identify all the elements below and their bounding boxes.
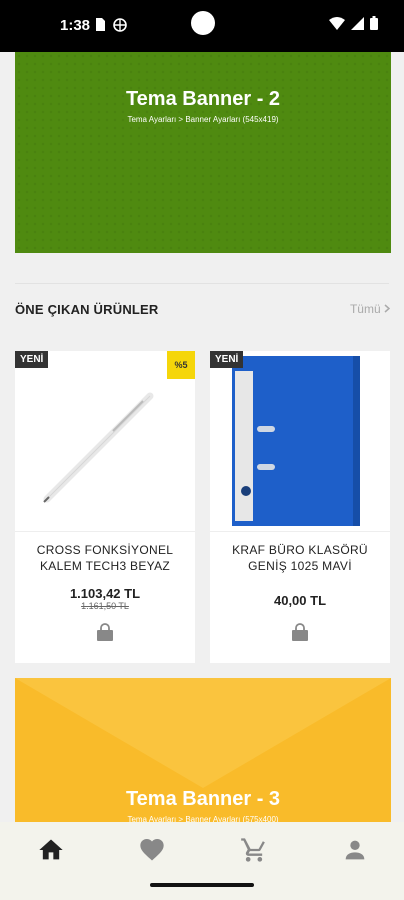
theme-banner-2[interactable]: Tema Banner - 2 Tema Ayarları > Banner A… [15,52,391,253]
battery-icon [370,16,378,35]
product-card[interactable]: YENİ KRAF BÜRO KLASÖRÜ GENİŞ 1025 MAVİ 4… [210,351,390,663]
section-divider [15,283,389,284]
product-card[interactable]: YENİ %5 CROSS FONKSİYONEL KALEM TECH3 BE… [15,351,195,663]
signal-icon [351,16,364,35]
section-title: ÖNE ÇIKAN ÜRÜNLER [15,302,159,317]
shopping-bag-icon[interactable] [96,623,114,641]
new-badge: YENİ [210,351,244,368]
discount-badge: %5 [167,351,195,379]
home-indicator[interactable] [150,883,254,887]
see-all-link[interactable]: Tümü [349,302,391,316]
binder-image [232,356,360,526]
sim-card-icon [94,18,106,31]
account-icon[interactable] [341,836,369,864]
theme-banner-3[interactable]: Tema Banner - 3 Tema Ayarları > Banner A… [15,678,391,838]
see-all-label: Tümü [349,302,381,316]
product-price: 1.103,42 TL [69,586,141,601]
cart-icon[interactable] [240,836,268,864]
product-image[interactable] [210,351,390,532]
new-badge: YENİ [15,351,49,368]
bottom-navigation [0,822,404,900]
chevron-right-icon [384,302,391,316]
status-bar: 1:38 [0,0,404,52]
product-name[interactable]: KRAF BÜRO KLASÖRÜ GENİŞ 1025 MAVİ [218,542,382,574]
banner-pattern [15,678,391,788]
vpn-globe-icon [113,18,127,32]
shopping-bag-icon[interactable] [291,623,309,641]
heart-icon[interactable] [138,836,166,864]
banner-subtitle: Tema Ayarları > Banner Ayarları (545x419… [127,115,279,124]
wifi-icon [329,16,345,35]
home-icon[interactable] [37,836,65,864]
product-old-price: 1.161,50 TL [81,601,129,611]
banner-title: Tema Banner - 2 [125,88,281,110]
product-price: 40,00 TL [273,593,327,608]
banner-title: Tema Banner - 3 [125,788,281,810]
status-time: 1:38 [60,17,91,34]
product-name[interactable]: CROSS FONKSİYONEL KALEM TECH3 BEYAZ [23,542,187,574]
front-camera [191,11,215,35]
